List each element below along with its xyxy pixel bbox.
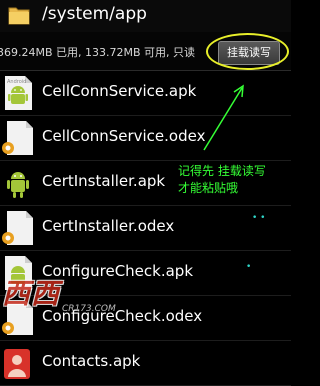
dots-decoration: • • [252, 213, 266, 223]
file-row[interactable]: ConfigureCheck.apk [0, 250, 291, 296]
file-row[interactable]: CellConnService.odex [0, 115, 291, 161]
annotation-note: 记得先 挂载读写 才能粘贴哦 [178, 163, 266, 197]
file-row[interactable]: Android CellConnService.apk [0, 70, 291, 116]
file-row[interactable]: Contacts.apk [0, 340, 291, 386]
odex-file-icon [2, 211, 33, 245]
file-name: CertInstaller.odex [42, 217, 175, 235]
file-name: Contacts.apk [42, 352, 141, 370]
file-name: CellConnService.odex [42, 127, 206, 145]
android-apk-icon [5, 256, 32, 290]
title-bar: /system/app [0, 0, 291, 32]
contacts-apk-icon [4, 349, 30, 379]
current-path: /system/app [42, 4, 147, 24]
file-name: CertInstaller.apk [42, 172, 166, 190]
file-row[interactable]: CertInstaller.odex [0, 205, 291, 251]
file-row[interactable]: ConfigureCheck.odex [0, 295, 291, 341]
annotation-line-2: 才能粘贴哦 [178, 181, 239, 195]
svg-text:Android: Android [7, 79, 26, 85]
android-apk-icon: Android [5, 76, 32, 110]
file-name: CellConnService.apk [42, 82, 197, 100]
storage-info-text: 369.24MB 已用, 133.72MB 可用, 只读 [0, 46, 196, 59]
android-apk-icon [7, 172, 29, 198]
file-name: ConfigureCheck.odex [42, 307, 203, 325]
file-name: ConfigureCheck.apk [42, 262, 194, 280]
mount-read-write-button[interactable]: 挂载读写 [218, 41, 280, 65]
odex-file-icon [2, 301, 33, 335]
odex-file-icon [2, 121, 33, 155]
dots-decoration: • [246, 262, 252, 272]
folder-icon [8, 7, 30, 25]
annotation-line-1: 记得先 挂载读写 [178, 164, 266, 178]
